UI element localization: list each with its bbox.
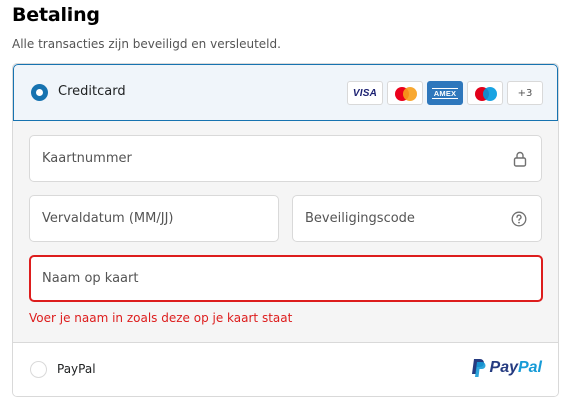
amex-logo: AMEX (427, 81, 463, 105)
section-subtitle: Alle transacties zijn beveiligd en versl… (12, 37, 281, 51)
payment-option-creditcard[interactable]: Creditcard VISA AMEX +3 (13, 64, 558, 121)
paypal-label: PayPal (57, 362, 96, 376)
checkout-payment-section: Betaling Alle transacties zijn beveiligd… (0, 0, 571, 407)
expiry-date-placeholder: Vervaldatum (MM/JJ) (42, 211, 174, 226)
paypal-mark-icon (471, 359, 486, 377)
name-on-card-placeholder: Naam op kaart (42, 271, 139, 286)
visa-logo: VISA (347, 81, 383, 105)
mastercard-logo (387, 81, 423, 105)
card-brand-logos: VISA AMEX +3 (347, 81, 543, 105)
paypal-logo-text-pay: Pay (489, 359, 518, 376)
paypal-radio[interactable] (30, 361, 47, 378)
expiry-date-field[interactable]: Vervaldatum (MM/JJ) (29, 195, 279, 242)
creditcard-radio[interactable] (31, 84, 48, 101)
payment-methods-panel: Creditcard VISA AMEX +3 Kaartnummer Verv… (12, 63, 559, 397)
maestro-logo (467, 81, 503, 105)
security-code-placeholder: Beveiligingscode (305, 211, 415, 226)
name-on-card-field[interactable]: Naam op kaart (29, 255, 543, 302)
more-brands-badge[interactable]: +3 (507, 81, 543, 105)
section-title: Betaling (12, 4, 100, 26)
name-error-message: Voer je naam in zoals deze op je kaart s… (29, 311, 293, 325)
lock-icon (513, 151, 527, 167)
payment-option-paypal[interactable]: PayPal PayPal (13, 343, 558, 396)
help-icon[interactable] (511, 211, 527, 227)
creditcard-label: Creditcard (58, 84, 126, 99)
creditcard-form: Kaartnummer Vervaldatum (MM/JJ) Beveilig… (13, 121, 558, 343)
card-number-field[interactable]: Kaartnummer (29, 135, 542, 182)
card-number-placeholder: Kaartnummer (42, 151, 132, 166)
security-code-field[interactable]: Beveiligingscode (292, 195, 542, 242)
paypal-logo-text-pal: Pal (517, 359, 542, 376)
paypal-logo: PayPal (470, 358, 542, 378)
